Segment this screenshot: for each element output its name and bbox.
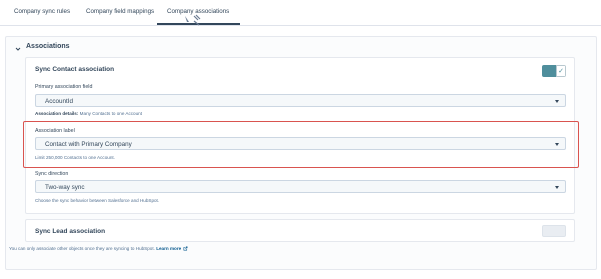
association-details-text: Many Contacts to one Account (78, 111, 142, 116)
lead-association-toggle[interactable] (542, 225, 566, 237)
section-title[interactable]: Associations (26, 43, 70, 50)
highlight-box (23, 121, 579, 168)
caret-down-icon (555, 99, 559, 103)
chevron-down-icon[interactable] (15, 46, 21, 52)
caret-down-icon (555, 185, 559, 189)
tab-bar: Company sync rules Company field mapping… (0, 0, 601, 26)
lead-association-card: Sync Lead association (25, 219, 575, 242)
tab-company-field-mappings[interactable]: Company field mappings (86, 8, 154, 15)
tab-company-sync-rules[interactable]: Company sync rules (14, 8, 70, 15)
primary-field-value: AccountId (45, 97, 74, 105)
toggle-on-fill (542, 65, 556, 77)
footer-note: You can only associate other objects onc… (9, 246, 188, 251)
primary-field-select[interactable]: AccountId (35, 94, 566, 107)
sync-direction-select[interactable]: Two-way sync (35, 180, 566, 193)
contact-association-toggle[interactable]: ✓ (542, 65, 566, 77)
learn-more-link[interactable]: Learn more (156, 246, 181, 251)
sync-direction-label: Sync direction (35, 171, 69, 177)
association-details: Association details: Many Contacts to on… (35, 111, 142, 116)
sync-direction-value: Two-way sync (45, 183, 85, 191)
association-details-bold: Association details: (35, 111, 79, 116)
cursor-icon (185, 14, 201, 26)
lead-association-title: Sync Lead association (35, 228, 106, 235)
primary-field-label: Primary association field (35, 84, 93, 90)
contact-association-title: Sync Contact association (35, 66, 115, 73)
footer-note-text: You can only associate other objects onc… (9, 246, 155, 251)
external-link-icon[interactable] (183, 246, 188, 251)
sync-direction-help: Choose the sync behavior between Salesfo… (35, 198, 160, 203)
toggle-knob: ✓ (556, 65, 566, 77)
check-icon: ✓ (558, 68, 564, 75)
